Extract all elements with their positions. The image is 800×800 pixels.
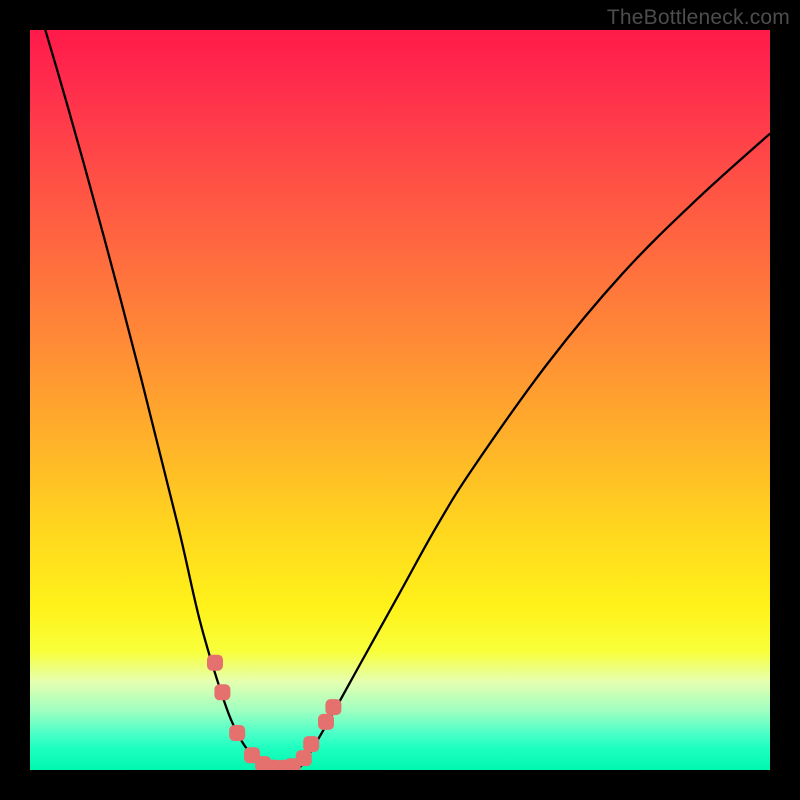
data-marker: [229, 725, 245, 741]
plot-area: [30, 30, 770, 770]
data-marker: [318, 714, 334, 730]
data-marker: [303, 736, 319, 752]
chart-frame: TheBottleneck.com: [0, 0, 800, 800]
data-marker: [214, 684, 230, 700]
watermark-text: TheBottleneck.com: [607, 6, 790, 30]
data-marker: [207, 655, 223, 671]
chart-svg: [30, 30, 770, 770]
data-marker: [296, 750, 312, 766]
data-marker: [325, 699, 341, 715]
bottleneck-curve: [30, 30, 770, 768]
